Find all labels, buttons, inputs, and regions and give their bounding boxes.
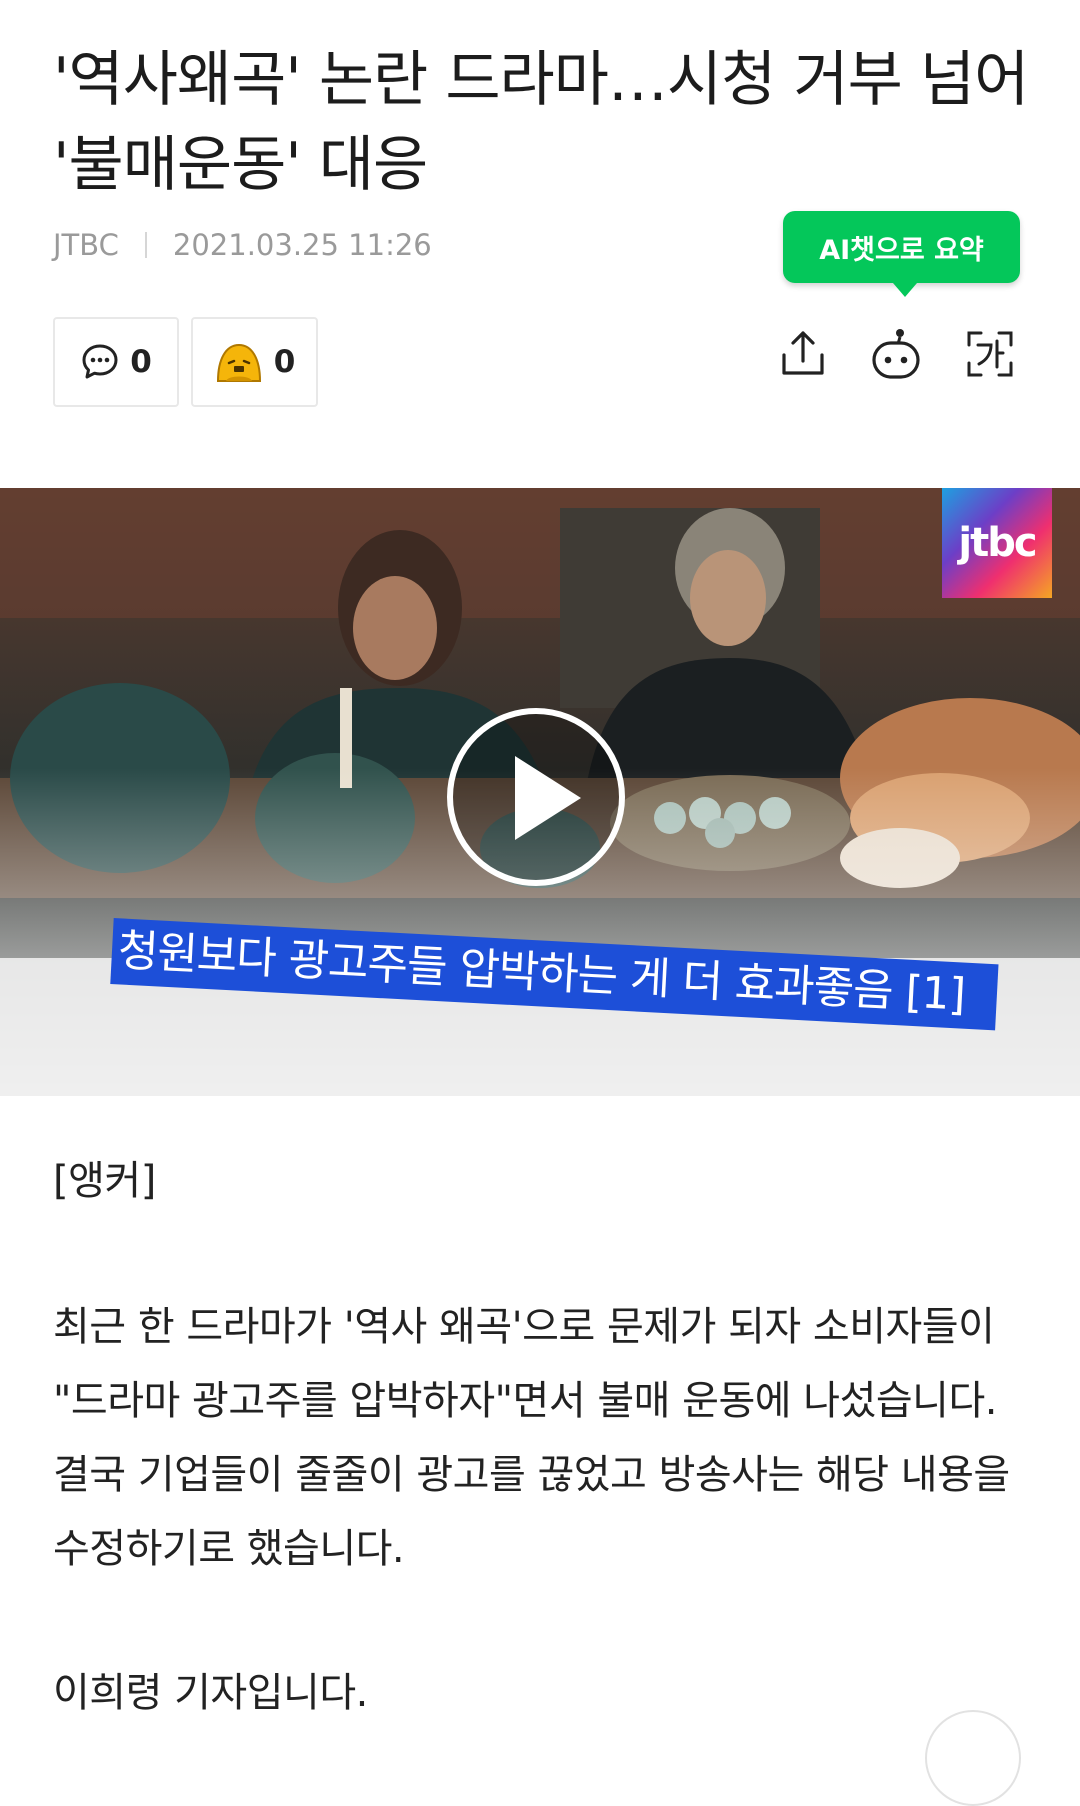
font-size-button[interactable] [960,326,1020,386]
article-video-player[interactable]: jtbc 청원보다 광고주들 압박하는 게 더 효과좋음 [1] [0,488,1080,1096]
article-paragraph: 최근 한 드라마가 '역사 왜곡'으로 문제가 되자 소비자들이 "드라마 광고… [53,1304,1010,1572]
share-button[interactable] [773,326,833,386]
article-datetime: 2021.03.25 11:26 [172,228,432,262]
font-size-icon [965,329,1015,383]
comment-icon [80,342,120,382]
comment-count-button[interactable]: 0 [53,317,179,407]
comment-count: 0 [130,344,152,380]
jtbc-logo: jtbc [942,488,1052,598]
share-icon [779,329,827,383]
article-source[interactable]: JTBC [53,228,119,262]
play-icon[interactable] [447,708,625,886]
reaction-emoji-icon [214,339,264,385]
ai-bot-button[interactable] [866,326,926,386]
anchor-label: [앵커] [53,1158,156,1204]
meta-divider [144,232,147,258]
reaction-count: 0 [273,344,296,380]
reaction-count-button[interactable]: 0 [191,317,318,407]
article-meta: JTBC 2021.03.25 11:26 [53,228,432,262]
reporter-line: 이희령 기자입니다. [53,1670,368,1716]
ai-summary-button[interactable]: AI챗으로 요약 [783,211,1020,297]
article-headline: '역사왜곡' 논란 드라마…시청 거부 넘어 '불매운동' 대응 [53,45,1029,200]
scroll-top-button[interactable] [925,1710,1021,1806]
bot-icon [870,327,922,385]
